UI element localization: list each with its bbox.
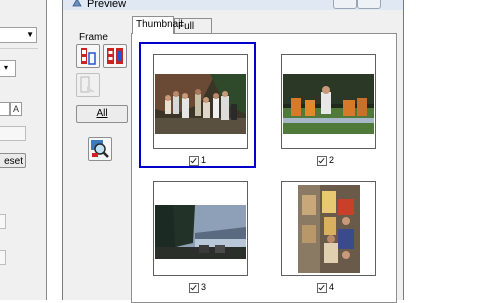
- app-icon: [72, 0, 82, 7]
- scrollbar[interactable]: [38, 0, 46, 300]
- divider: [0, 48, 38, 49]
- chevron-down-icon: ▼: [26, 30, 34, 39]
- thumbnail-frame: [153, 54, 248, 149]
- frame-delete-icon: [80, 76, 95, 93]
- all-button[interactable]: All: [76, 105, 128, 123]
- background-combo[interactable]: ▼: [0, 27, 37, 43]
- maximize-button[interactable]: [357, 0, 381, 9]
- thumbnail-number: 2: [328, 155, 334, 165]
- thumbnail-4[interactable]: 4: [269, 171, 382, 293]
- chevron-down-icon: ▾: [4, 63, 9, 72]
- toolbar-icon[interactable]: [0, 102, 10, 116]
- reset-button[interactable]: eset: [0, 153, 26, 168]
- thumbnail-caption: 4: [269, 282, 382, 293]
- thumbnail-1[interactable]: 1: [139, 42, 256, 168]
- include-checkbox[interactable]: [188, 282, 199, 293]
- preview-window: Preview Frame All Thumbnail Full 1 2 3 4: [62, 0, 404, 303]
- thumbnail-frame: [281, 181, 376, 276]
- background-small-dropdown[interactable]: ▾: [0, 60, 16, 77]
- thumbnail-number: 1: [200, 155, 206, 165]
- frame-add-icon: [107, 48, 123, 64]
- thumbnail-caption: 3: [141, 282, 254, 293]
- background-field[interactable]: [0, 126, 26, 141]
- title-bar: Preview: [63, 0, 403, 10]
- thumbnail-2[interactable]: 2: [269, 44, 382, 166]
- photo-lawn-chairs: [283, 74, 374, 134]
- thumbnail-caption: 2: [269, 155, 382, 166]
- frame-label: Frame: [79, 32, 108, 43]
- include-checkbox[interactable]: [316, 155, 327, 166]
- background-field-2[interactable]: [0, 214, 6, 229]
- include-checkbox[interactable]: [316, 282, 327, 293]
- thumbnail-caption: 1: [141, 155, 254, 166]
- thumbnail-number: 3: [200, 282, 206, 292]
- thumbnail-frame: [281, 54, 376, 149]
- delete-frame-button[interactable]: [76, 73, 100, 97]
- magnifier-icon: [91, 140, 109, 158]
- minimize-button[interactable]: [333, 0, 357, 9]
- thumbnail-frame: [153, 181, 248, 276]
- include-checkbox[interactable]: [188, 155, 199, 166]
- thumbnail-panel: 1 2 3 4: [131, 33, 397, 303]
- background-field-3[interactable]: [0, 250, 6, 265]
- thumbnail-3[interactable]: 3: [141, 171, 254, 293]
- thumbnail-number: 4: [328, 282, 334, 292]
- photo-lake-trees: [155, 205, 246, 259]
- photo-group-rotated: [298, 185, 360, 273]
- text-icon[interactable]: A: [10, 102, 22, 116]
- frame-select-icon: [81, 48, 96, 65]
- background-window: ▼ ▾ A eset: [0, 0, 47, 300]
- auto-locate-frame-button[interactable]: [76, 44, 100, 68]
- photo-group-outdoors: [155, 74, 246, 134]
- tab-thumbnail[interactable]: Thumbnail: [132, 16, 183, 34]
- window-title: Preview: [87, 0, 127, 10]
- zoom-button[interactable]: [88, 137, 112, 161]
- add-frame-button[interactable]: [103, 44, 127, 68]
